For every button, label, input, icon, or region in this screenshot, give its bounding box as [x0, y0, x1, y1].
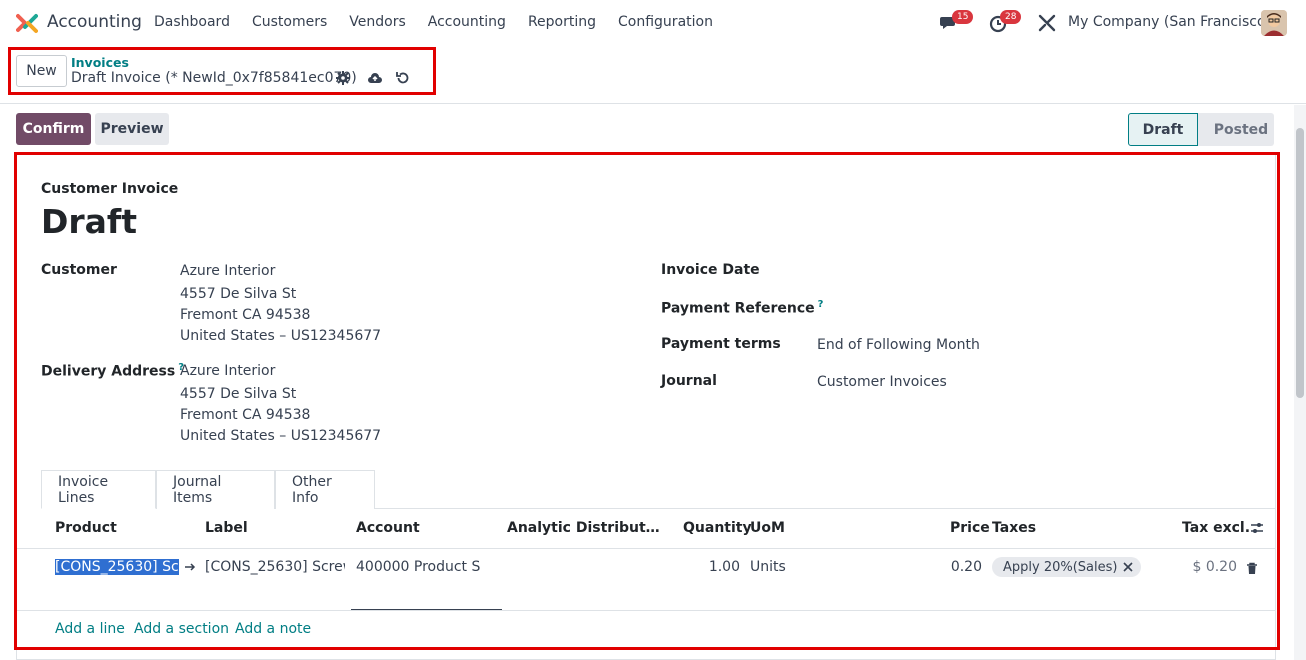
status-bar: Draft Posted	[1128, 113, 1274, 146]
menu-reporting[interactable]: Reporting	[528, 14, 596, 30]
confirm-button[interactable]: Confirm	[16, 113, 91, 145]
accounting-app-logo-icon[interactable]	[16, 12, 38, 34]
user-avatar-icon	[1261, 10, 1287, 36]
activities-badge: 28	[1000, 10, 1022, 24]
tools-icon[interactable]	[1037, 13, 1057, 33]
highlight-box-form	[14, 152, 1280, 650]
company-switcher[interactable]: My Company (San Francisco)	[1068, 14, 1271, 30]
app-name[interactable]: Accounting	[47, 12, 142, 32]
top-navbar: Accounting Dashboard Customers Vendors A…	[0, 0, 1306, 46]
menu-configuration[interactable]: Configuration	[618, 14, 713, 30]
menu-customers[interactable]: Customers	[252, 14, 327, 30]
status-posted[interactable]: Posted	[1198, 113, 1274, 146]
main-menu: Dashboard Customers Vendors Accounting R…	[154, 14, 735, 30]
menu-accounting[interactable]: Accounting	[428, 14, 506, 30]
status-draft[interactable]: Draft	[1128, 113, 1198, 146]
highlight-box-header	[8, 47, 436, 95]
menu-dashboard[interactable]: Dashboard	[154, 14, 230, 30]
page-scrollbar-thumb[interactable]	[1296, 128, 1304, 398]
messages-badge: 15	[952, 10, 974, 24]
user-avatar[interactable]	[1261, 10, 1287, 36]
preview-button[interactable]: Preview	[95, 113, 169, 145]
menu-vendors[interactable]: Vendors	[349, 14, 405, 30]
